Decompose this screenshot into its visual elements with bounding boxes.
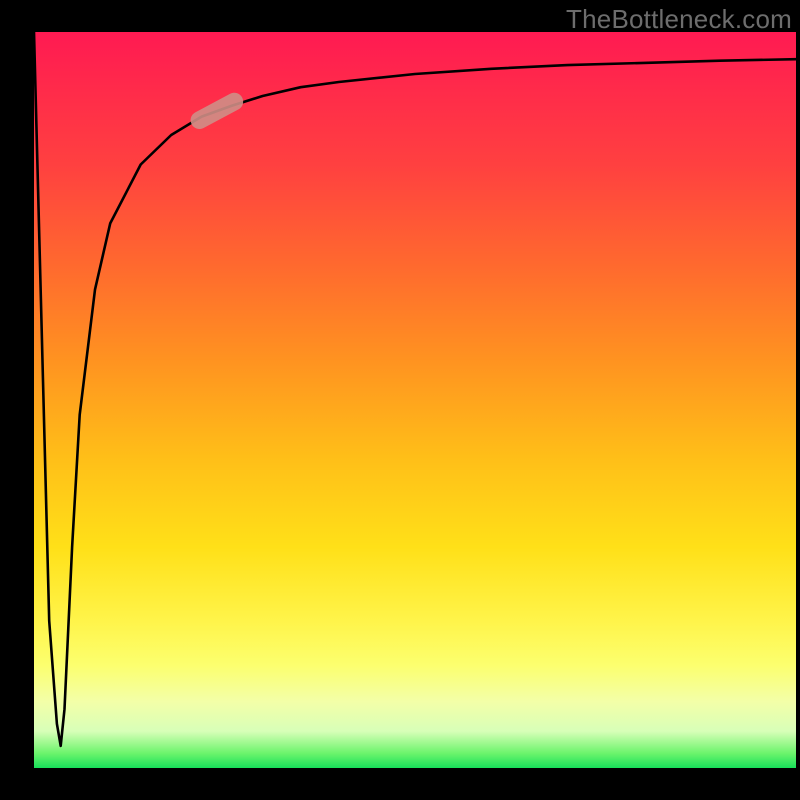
curve-highlight-marker <box>188 90 247 132</box>
curve-layer <box>34 32 796 768</box>
plot-area <box>34 32 796 768</box>
chart-stage: TheBottleneck.com <box>0 0 800 800</box>
watermark-text: TheBottleneck.com <box>566 4 792 35</box>
bottleneck-curve-path <box>34 32 796 746</box>
